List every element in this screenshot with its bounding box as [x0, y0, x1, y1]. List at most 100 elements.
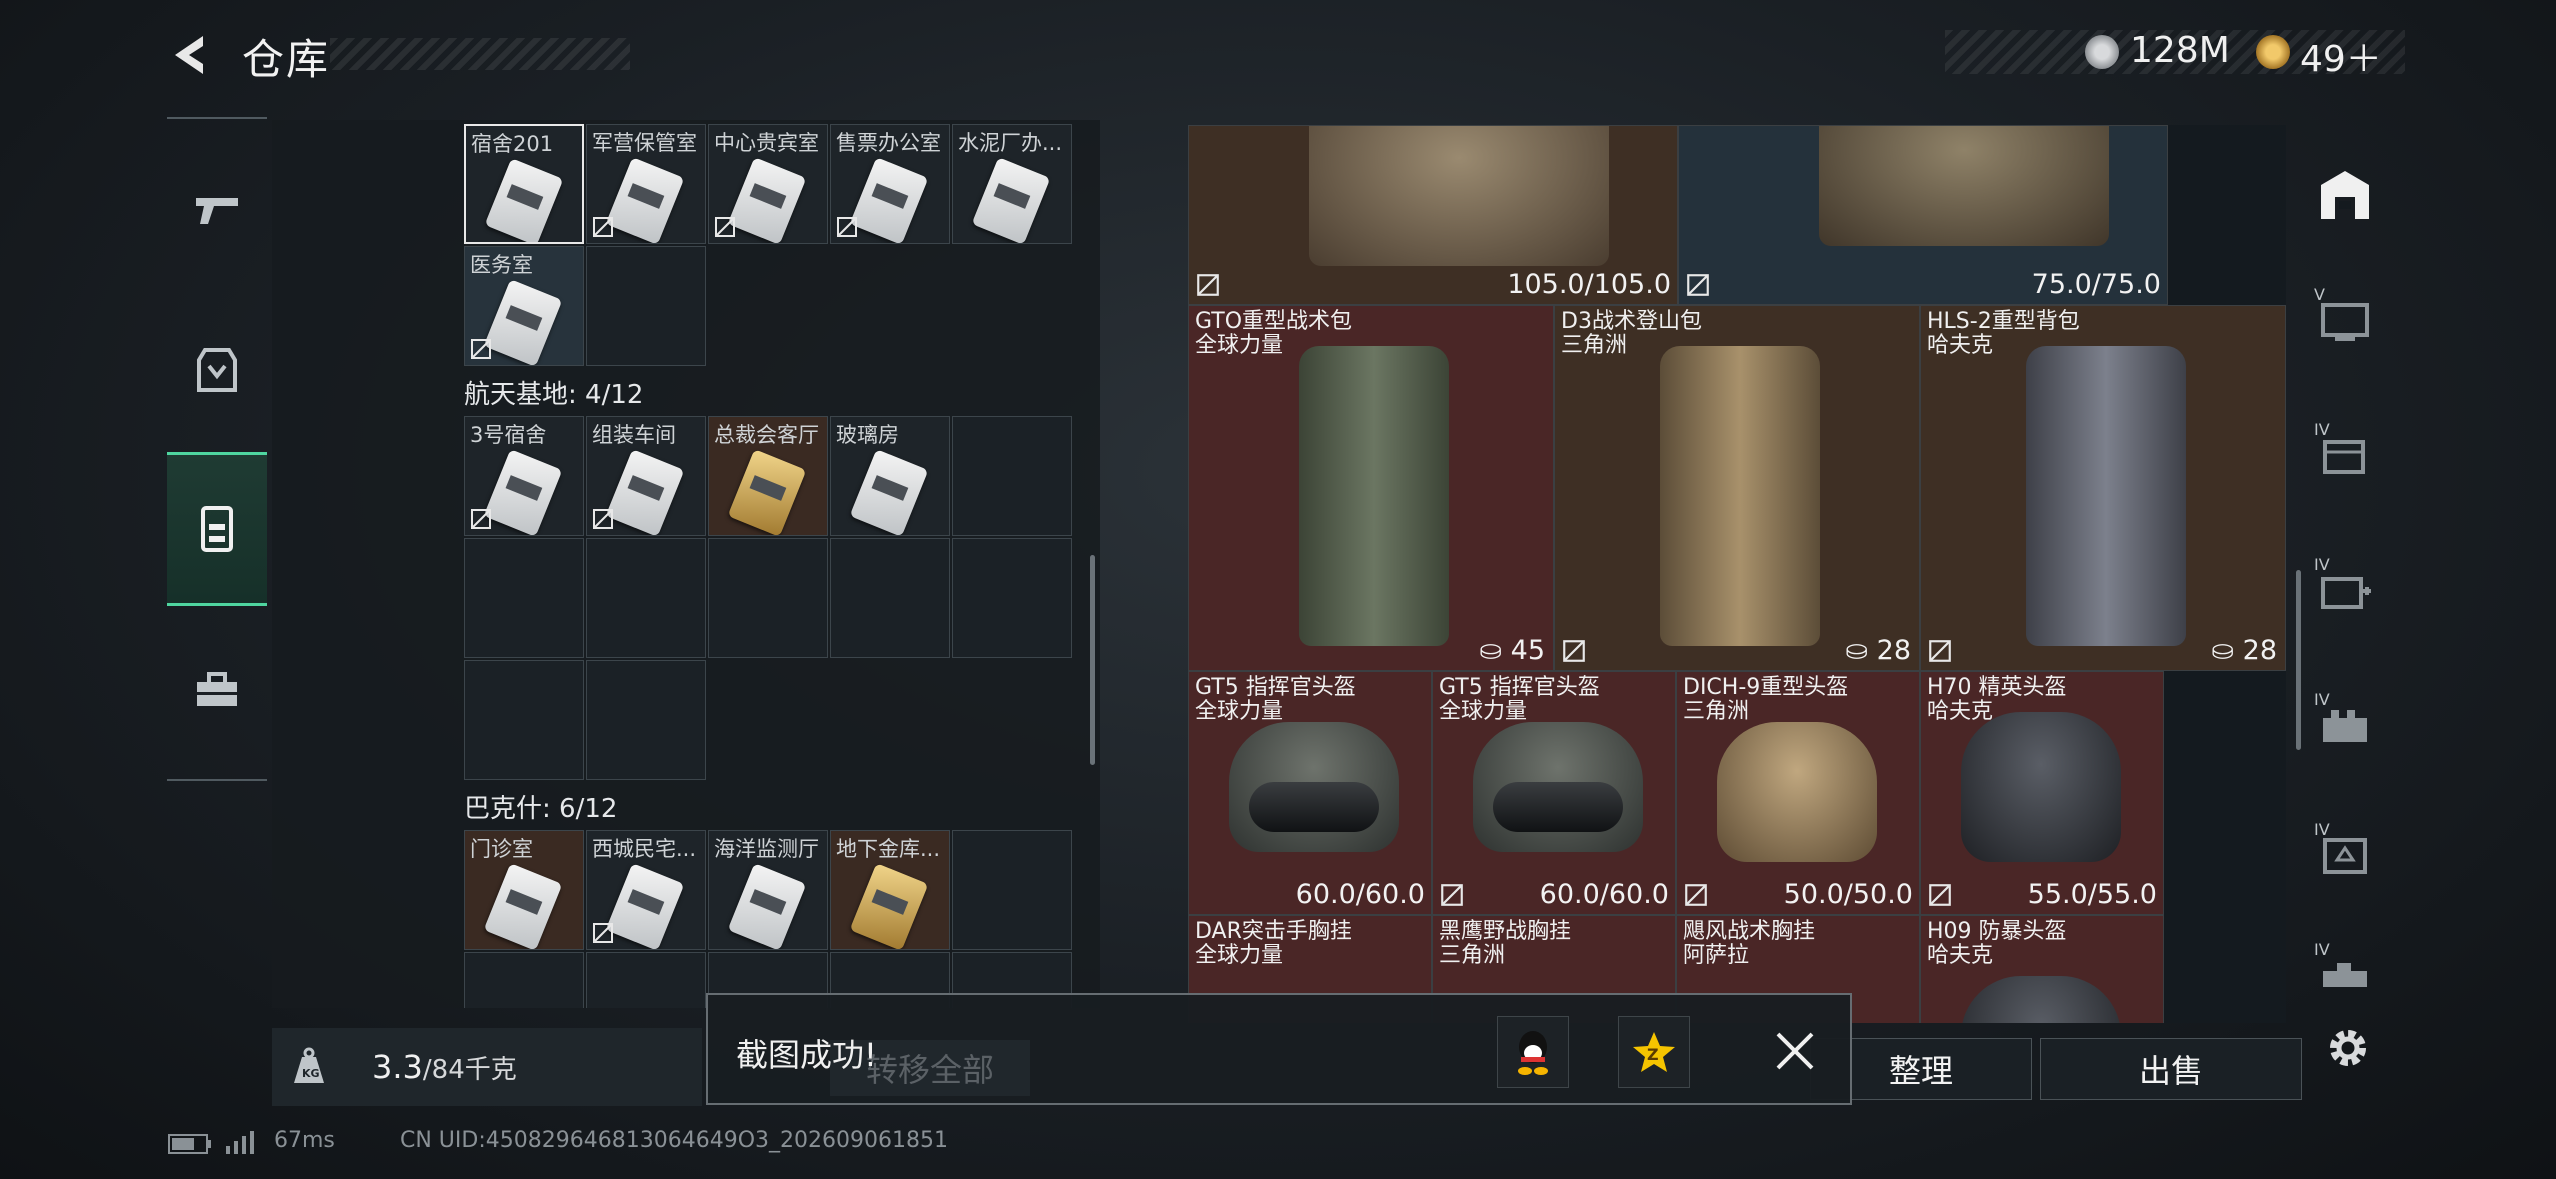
keycard-image	[849, 157, 929, 243]
toolbox-icon	[197, 672, 237, 706]
keycard-image	[483, 449, 563, 535]
close-icon[interactable]	[1772, 1028, 1818, 1074]
helmet-image	[1961, 712, 2121, 862]
ping-readout: 67ms	[274, 1128, 335, 1153]
key-label: 门诊室	[470, 837, 533, 861]
key-label: 中心贵宾室	[714, 131, 819, 155]
key-label: 售票办公室	[836, 131, 941, 155]
item-slot[interactable]: GT5 指挥官头盔 全球力量 60.0/60.0	[1432, 671, 1676, 915]
organize-label: 整理	[1888, 1052, 1953, 1090]
key-slot[interactable]: 海洋监测厅	[708, 830, 828, 950]
weight-icon: KG	[294, 1047, 324, 1083]
signal-icon	[226, 1131, 254, 1154]
key-slot[interactable]: 水泥厂办...	[952, 124, 1072, 244]
empty-key-slot[interactable]	[952, 416, 1072, 536]
item-slot[interactable]: H70 精英头盔 哈夫克 55.0/55.0	[1920, 671, 2164, 915]
empty-key-slot[interactable]	[586, 952, 706, 1008]
empty-key-slot[interactable]	[952, 830, 1072, 950]
filter-all-storage[interactable]	[2310, 160, 2380, 230]
item-slot[interactable]: D3战术登山包 三角洲 ⛀ 28	[1554, 305, 1920, 671]
filter-tier-v[interactable]: V	[2310, 285, 2380, 355]
storage-icon	[2321, 171, 2369, 219]
filter-tier-iv-medical[interactable]: IV	[2310, 555, 2380, 625]
filter-tier-iv-gun-case[interactable]: IV	[2310, 940, 2380, 1010]
empty-key-slot[interactable]	[586, 538, 706, 658]
no-trade-icon	[1441, 884, 1463, 906]
filter-tier-iv-ammo[interactable]: IV	[2310, 690, 2380, 760]
nav-consumables[interactable]	[167, 620, 267, 760]
item-slot[interactable]: HLS-2重型背包 哈夫克 ⛀ 28	[1920, 305, 2286, 671]
sell-label: 出售	[2138, 1052, 2203, 1090]
item-slot[interactable]: GTO重型战术包 全球力量 ⛀ 45	[1188, 305, 1554, 671]
key-slot[interactable]: 组装车间	[586, 416, 706, 536]
filter-tier-iv-armor[interactable]: IV	[2310, 820, 2380, 890]
title-stripe	[330, 38, 630, 70]
empty-key-slot[interactable]	[586, 246, 706, 366]
item-slot[interactable]: 105.0/105.0	[1188, 125, 1678, 305]
keycard-image	[727, 157, 807, 243]
empty-key-slot[interactable]	[464, 538, 584, 658]
item-name: 黑鹰野战胸挂 三角洲	[1439, 919, 1572, 968]
helmet-image	[1717, 722, 1877, 862]
nav-equipment[interactable]	[167, 300, 267, 440]
key-label: 玻璃房	[836, 423, 899, 447]
svg-text:KG: KG	[302, 1067, 320, 1080]
item-name: DICH-9重型头盔 三角洲	[1683, 675, 1849, 724]
toast-message: 截图成功!	[736, 1036, 877, 1074]
empty-key-slot[interactable]	[464, 660, 584, 780]
key-panel-scrollbar[interactable]	[1090, 555, 1095, 765]
key-slot[interactable]: 玻璃房	[830, 416, 950, 536]
armor-vest-image	[1819, 126, 2109, 246]
gear-icon[interactable]	[2320, 1020, 2376, 1076]
item-slot[interactable]: 75.0/75.0	[1678, 125, 2168, 305]
keycard-image	[849, 863, 929, 949]
gun-case-icon	[2323, 963, 2367, 987]
currency-amount: 128M	[2130, 30, 2230, 71]
pistol-icon	[196, 198, 238, 224]
empty-key-slot[interactable]	[830, 538, 950, 658]
svg-text:Z: Z	[1647, 1045, 1659, 1064]
tier-label: IV	[2314, 940, 2330, 959]
key-slot[interactable]: 3号宿舍	[464, 416, 584, 536]
back-arrow-icon[interactable]	[165, 30, 215, 80]
section-title-aerospace: 航天基地: 4/12	[464, 380, 644, 410]
key-slot[interactable]: 军营保管室	[586, 124, 706, 244]
empty-key-slot[interactable]	[586, 660, 706, 780]
chest-rig-icon	[197, 348, 237, 392]
keycard-image	[483, 863, 563, 949]
item-slot[interactable]: DICH-9重型头盔 三角洲 50.0/50.0	[1676, 671, 1920, 915]
keycard-image	[605, 157, 685, 243]
key-slot[interactable]: 中心贵宾室	[708, 124, 828, 244]
share-qzone-button[interactable]: Z	[1618, 1016, 1690, 1088]
item-name: GT5 指挥官头盔 全球力量	[1195, 675, 1356, 724]
key-label: 军营保管室	[592, 131, 697, 155]
share-qq-button[interactable]	[1497, 1016, 1569, 1088]
durability: 60.0/60.0	[1295, 879, 1425, 910]
backpack-image	[1660, 346, 1820, 646]
empty-key-slot[interactable]	[708, 538, 828, 658]
key-slot[interactable]: 售票办公室	[830, 124, 950, 244]
key-slot[interactable]: 总裁会客厅	[708, 416, 828, 536]
key-slot[interactable]: 西城民宅...	[586, 830, 706, 950]
nav-weapons[interactable]	[167, 140, 267, 280]
key-slot[interactable]: 宿舍201	[464, 124, 584, 244]
tier-label: IV	[2314, 420, 2330, 439]
empty-key-slot[interactable]	[464, 952, 584, 1008]
nav-keys[interactable]	[167, 452, 267, 606]
key-slot[interactable]: 医务室	[464, 246, 584, 366]
weight-readout: 3.3/84千克	[372, 1048, 517, 1086]
item-slot[interactable]: H09 防暴头盔 哈夫克	[1920, 915, 2164, 1023]
filter-tier-iv-files[interactable]: IV	[2310, 420, 2380, 490]
sell-button[interactable]: 出售	[2040, 1038, 2302, 1100]
item-slot[interactable]: GT5 指挥官头盔 全球力量 60.0/60.0	[1188, 671, 1432, 915]
key-label: 总裁会客厅	[714, 423, 819, 447]
key-slot[interactable]: 地下金库...	[830, 830, 950, 950]
premium-currency-amount[interactable]: 49＋	[2300, 30, 2382, 82]
item-scrollbar[interactable]	[2296, 570, 2301, 750]
no-trade-icon	[593, 509, 613, 529]
key-slot[interactable]: 门诊室	[464, 830, 584, 950]
tier-label: IV	[2314, 820, 2330, 839]
qzone-star-icon: Z	[1633, 1032, 1675, 1072]
empty-key-slot[interactable]	[952, 538, 1072, 658]
item-name: DAR突击手胸挂 全球力量	[1195, 919, 1352, 968]
